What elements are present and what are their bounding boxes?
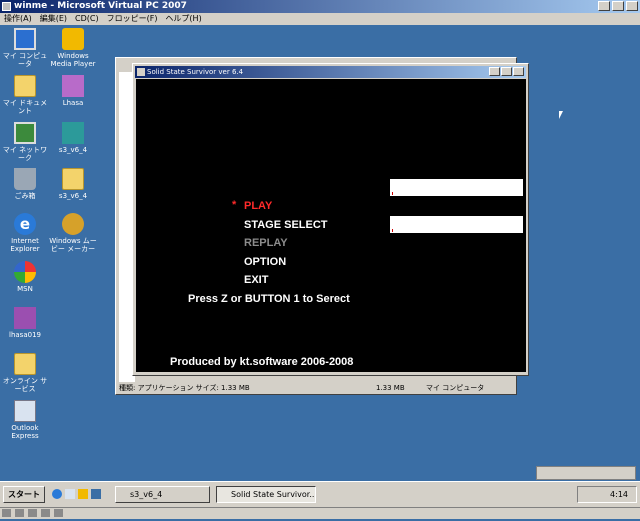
- maximize-button[interactable]: [612, 1, 624, 11]
- my-documents-icon: [14, 75, 36, 97]
- lhasa019-icon: [14, 307, 36, 329]
- control-hint: Press Z or BUTTON 1 to Serect: [188, 293, 350, 305]
- game-minimize-button[interactable]: [489, 67, 500, 76]
- menu-cd[interactable]: CD(C): [71, 13, 103, 25]
- desktop-icon-outlook-express[interactable]: Outlook Express: [0, 400, 50, 440]
- media-quicklaunch-icon[interactable]: [78, 489, 88, 499]
- vpc-network-icon[interactable]: [41, 509, 50, 517]
- status-location: マイ コンピュータ: [426, 384, 485, 392]
- menu-item-replay[interactable]: REPLAY: [244, 237, 288, 249]
- desktop-icon-msn[interactable]: MSN: [0, 261, 50, 293]
- game-close-button[interactable]: [513, 67, 524, 76]
- game-app-icon: [137, 68, 145, 76]
- task-solid-state-survivor[interactable]: Solid State Survivor...: [216, 486, 316, 503]
- menu-cursor: *: [232, 199, 237, 211]
- desktop-quicklaunch-icon[interactable]: [91, 489, 101, 499]
- desktop-icon-s3-zip[interactable]: s3_v6_4: [48, 122, 98, 154]
- desktop-icon-online-services[interactable]: オンライン サービス: [0, 353, 50, 393]
- status-type: 種類: アプリケーション サイズ: 1.33 MB: [119, 384, 250, 392]
- desktop-icon-lhasa[interactable]: Lhasa: [48, 75, 98, 107]
- desktop-icon-lhasa019[interactable]: lhasa019: [0, 307, 50, 339]
- movie-maker-icon: [62, 213, 84, 235]
- folder-icon: [62, 168, 84, 190]
- menu-action[interactable]: 操作(A): [0, 13, 36, 25]
- vpc-floppy-icon[interactable]: [28, 509, 37, 517]
- system-tray: 4:14: [577, 486, 637, 503]
- vpc-menu-bar: 操作(A) 編集(E) CD(C) フロッピー(F) ヘルプ(H): [0, 13, 640, 25]
- vpc-title-bar[interactable]: winme - Microsoft Virtual PC 2007: [0, 0, 640, 13]
- outlook-express-icon: [14, 400, 36, 422]
- vpc-folder-icon[interactable]: [54, 509, 63, 517]
- vpc-title: winme - Microsoft Virtual PC 2007: [14, 1, 187, 11]
- folder-icon: [14, 353, 36, 375]
- menu-item-stage-select[interactable]: STAGE SELECT: [244, 219, 328, 231]
- mouse-cursor-icon: [559, 111, 563, 119]
- clock[interactable]: 4:14: [610, 487, 628, 502]
- language-bar[interactable]: [536, 466, 636, 480]
- task-s3-folder[interactable]: s3_v6_4: [115, 486, 210, 503]
- desktop-icon-my-documents[interactable]: マイ ドキュメント: [0, 75, 50, 115]
- menu-item-play[interactable]: PLAY: [244, 200, 272, 212]
- quick-launch: [52, 489, 101, 499]
- menu-help[interactable]: ヘルプ(H): [161, 13, 205, 25]
- status-size: 1.33 MB: [376, 384, 405, 392]
- menu-item-exit[interactable]: EXIT: [244, 274, 268, 286]
- desktop-icon-movie-maker[interactable]: Windows ムービー メーカー: [48, 213, 98, 253]
- menu-item-option[interactable]: OPTION: [244, 256, 286, 268]
- menu-floppy[interactable]: フロッピー(F): [103, 13, 162, 25]
- desktop-icon-recycle-bin[interactable]: ごみ箱: [0, 168, 50, 200]
- vpc-cd-icon[interactable]: [15, 509, 24, 517]
- media-player-icon: [62, 28, 84, 50]
- white-panel-bottom: [390, 216, 523, 233]
- start-button[interactable]: スタート: [3, 486, 45, 503]
- recycle-bin-icon: [14, 168, 36, 190]
- ie-quicklaunch-icon[interactable]: [52, 489, 62, 499]
- game-maximize-button[interactable]: [501, 67, 512, 76]
- desktop-icon-ie[interactable]: e Internet Explorer: [0, 213, 50, 253]
- s3-zip-icon: [62, 122, 84, 144]
- my-computer-icon: [14, 28, 36, 50]
- desktop-icon-network[interactable]: マイ ネットワーク: [0, 122, 50, 162]
- desktop-icon-media-player[interactable]: Windows Media Player: [48, 28, 98, 68]
- desktop-icon-my-computer[interactable]: マイ コンピュータ: [0, 28, 50, 68]
- network-icon: [14, 122, 36, 144]
- game-title-bar[interactable]: Solid State Survivor ver 6.4: [135, 66, 526, 78]
- vpc-status-bar: [0, 507, 640, 519]
- menu-edit[interactable]: 編集(E): [36, 13, 71, 25]
- explorer-status-bar: 種類: アプリケーション サイズ: 1.33 MB 1.33 MB マイ コンピ…: [116, 382, 516, 394]
- msn-icon: [14, 261, 36, 283]
- desktop-icon-s3-folder[interactable]: s3_v6_4: [48, 168, 98, 200]
- ie-icon: e: [14, 213, 36, 235]
- taskbar: スタート s3_v6_4 Solid State Survivor... 4:1…: [0, 481, 640, 507]
- game-title: Solid State Survivor ver 6.4: [147, 68, 244, 76]
- outlook-quicklaunch-icon[interactable]: [65, 489, 75, 499]
- minimize-button[interactable]: [598, 1, 610, 11]
- vpc-app-icon: [2, 2, 11, 11]
- credit-text: Produced by kt.software 2006-2008: [170, 356, 354, 368]
- white-panel-top: [390, 179, 523, 196]
- close-button[interactable]: [626, 1, 638, 11]
- lhasa-icon: [62, 75, 84, 97]
- vpc-disk-icon[interactable]: [2, 509, 11, 517]
